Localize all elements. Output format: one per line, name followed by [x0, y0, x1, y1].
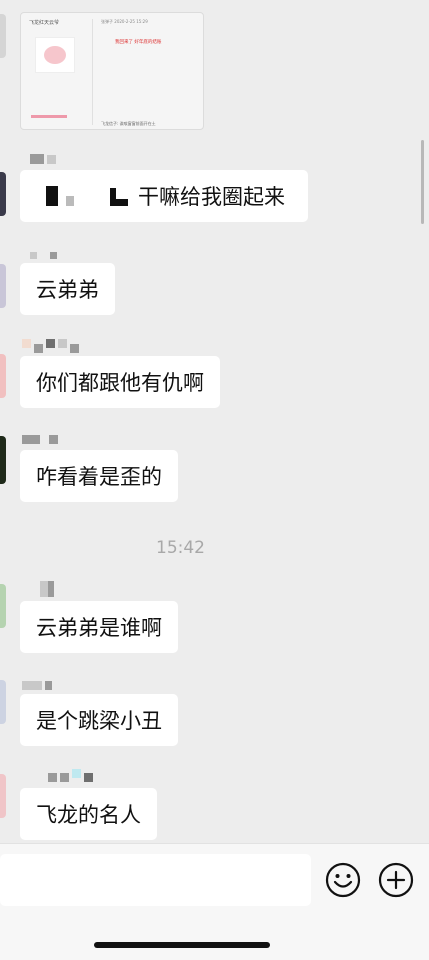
chat-area[interactable]: 飞龙红天云爷 张弹子 2020-2-25 15:29 我回来了 好年底的结账 飞… — [0, 0, 429, 843]
pixel-block — [47, 154, 56, 164]
avatar[interactable] — [0, 264, 6, 308]
pixel-block — [30, 251, 37, 259]
image-post-meta: 张弹子 2020-2-25 15:29 — [101, 19, 148, 24]
message-text: 咋看着是歪的 — [36, 465, 162, 489]
message-input[interactable] — [0, 854, 311, 906]
message-bubble[interactable]: 云弟弟是谁啊 — [20, 601, 178, 653]
image-profile-title: 飞龙红天云爷 — [29, 20, 60, 26]
avatar[interactable] — [0, 774, 6, 818]
avatar[interactable] — [0, 680, 6, 724]
message-text: 你们都跟他有仇啊 — [36, 371, 204, 395]
message-text: 云弟弟 — [36, 278, 99, 302]
pixel-block — [45, 680, 52, 690]
pixel-block — [60, 772, 69, 782]
pixel-block — [70, 343, 79, 353]
pixel-block — [40, 581, 48, 597]
pixel-block — [46, 338, 55, 348]
mosaic-overlay — [46, 186, 58, 206]
home-indicator[interactable] — [94, 942, 270, 948]
pixel-block — [72, 768, 81, 778]
avatar[interactable] — [0, 14, 6, 58]
image-post-footer: 飞龙信子: 诶唉窗窗前面开在土 — [101, 121, 156, 126]
message-bubble[interactable]: 你们都跟他有仇啊 — [20, 356, 220, 408]
pixel-block — [58, 338, 67, 348]
sender-name-pixelated — [22, 680, 52, 690]
pixel-block — [22, 338, 31, 348]
sender-name-pixelated — [40, 581, 54, 597]
pixel-block — [48, 772, 57, 782]
mosaic-overlay — [66, 196, 74, 206]
pixel-block — [22, 680, 42, 690]
scrollbar[interactable] — [421, 140, 424, 224]
image-post-panel: 张弹子 2020-2-25 15:29 我回来了 好年底的结账 飞龙信子: 诶唉… — [101, 19, 201, 126]
plus-icon — [378, 862, 414, 898]
pixel-block — [50, 251, 57, 259]
sender-name-pixelated — [30, 154, 56, 164]
message-text: 云弟弟是谁啊 — [36, 616, 162, 640]
message-text: 飞龙的名人 — [36, 803, 141, 827]
sender-name-pixelated — [30, 250, 57, 260]
mosaic-overlay — [116, 188, 128, 199]
avatar[interactable] — [0, 584, 6, 628]
sender-name-pixelated — [48, 768, 93, 782]
sender-name-pixelated — [22, 434, 58, 444]
pixel-block — [84, 772, 93, 782]
message-bubble[interactable]: 飞龙的名人 — [20, 788, 157, 840]
image-post-text: 我回来了 好年底的结账 — [115, 40, 162, 45]
input-bar — [0, 843, 429, 960]
timestamp: 15:42 — [156, 538, 205, 558]
message-text: 干嘛给我圈起来 — [138, 185, 285, 209]
plus-button[interactable] — [378, 862, 414, 898]
avatar[interactable] — [0, 172, 6, 216]
message-bubble[interactable]: 是个跳梁小丑 — [20, 694, 178, 746]
sender-name-pixelated — [22, 338, 79, 353]
message-bubble[interactable]: 干嘛给我圈起来 — [20, 170, 308, 222]
message-bubble[interactable]: 咋看着是歪的 — [20, 450, 178, 502]
pixel-block — [22, 434, 40, 444]
pixel-block — [48, 581, 54, 597]
pixel-block — [49, 434, 58, 444]
image-progress-bar — [31, 115, 67, 118]
avatar[interactable] — [0, 354, 6, 398]
pixel-block — [30, 154, 44, 164]
emoji-button[interactable] — [325, 862, 361, 898]
image-profile-panel: 飞龙红天云爷 — [29, 19, 93, 125]
message-text: 是个跳梁小丑 — [36, 709, 162, 733]
avatar[interactable] — [0, 436, 6, 484]
message-bubble[interactable]: 云弟弟 — [20, 263, 115, 315]
pig-sticker-image — [35, 37, 75, 73]
pixel-block — [34, 343, 43, 353]
shared-image-card[interactable]: 飞龙红天云爷 张弹子 2020-2-25 15:29 我回来了 好年底的结账 飞… — [20, 12, 204, 130]
emoji-icon — [325, 862, 361, 898]
